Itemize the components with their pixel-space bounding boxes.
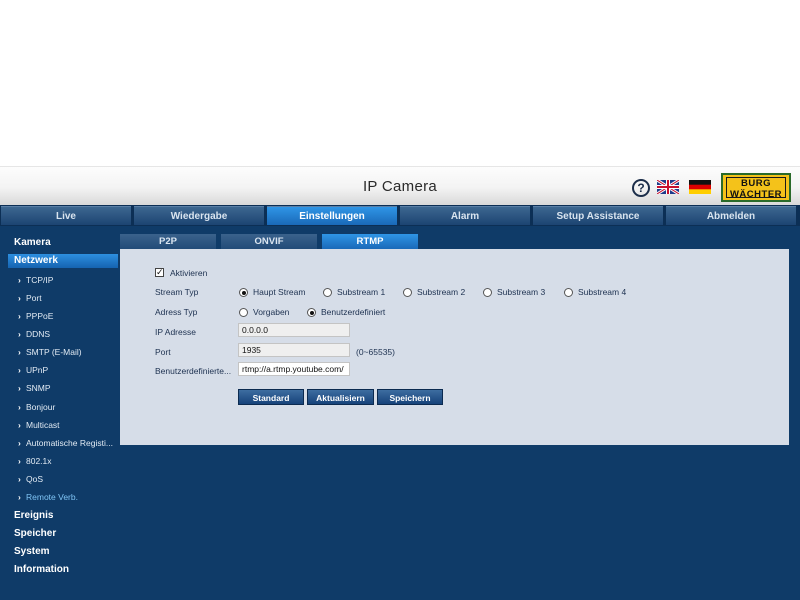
brand-logo: BURG WÄCHTER — [721, 173, 791, 202]
chevron-right-icon: › — [18, 347, 21, 357]
address-label-default: Vorgaben — [253, 307, 290, 317]
logo-text-bottom: WÄCHTER — [729, 189, 783, 200]
address-radio-default[interactable] — [239, 308, 248, 317]
port-label: Port — [155, 347, 171, 357]
stream-label-sub2: Substream 2 — [417, 287, 466, 297]
address-type-label: Adress Typ — [155, 307, 198, 317]
chevron-right-icon: › — [18, 474, 21, 484]
sidebar-item-port[interactable]: › Port — [18, 293, 118, 303]
stream-label-main: Haupt Stream — [253, 287, 306, 297]
rtmp-url-field[interactable]: rtmp://a.rtmp.youtube.com/ — [238, 362, 350, 376]
rtmp-settings-panel — [120, 249, 789, 445]
sidebar-cat-camera[interactable]: Kamera — [14, 237, 51, 248]
sidebar-item-multicast[interactable]: › Multicast — [18, 420, 118, 430]
chevron-right-icon: › — [18, 492, 21, 502]
chevron-right-icon: › — [18, 402, 21, 412]
port-field[interactable]: 1935 — [238, 343, 350, 357]
uk-flag-icon[interactable] — [657, 180, 679, 194]
refresh-button[interactable]: Aktualisiern — [307, 389, 374, 405]
chevron-right-icon: › — [18, 456, 21, 466]
nav-tab-live[interactable]: Live — [1, 206, 131, 225]
stream-type-label: Stream Typ — [155, 287, 199, 297]
sidebar-item-remote[interactable]: › Remote Verb. — [18, 492, 118, 502]
tab-rtmp[interactable]: RTMP — [322, 234, 418, 249]
nav-tab-setup-assistance[interactable]: Setup Assistance — [533, 206, 663, 225]
sidebar-item-ddns[interactable]: › DDNS — [18, 329, 118, 339]
address-label-custom: Benutzerdefiniert — [321, 307, 386, 317]
logo-text-top: BURG — [741, 178, 771, 189]
default-button[interactable]: Standard — [238, 389, 304, 405]
main-nav: Live Wiedergabe Einstellungen Alarm Setu… — [0, 205, 800, 226]
germany-flag-icon[interactable] — [689, 180, 711, 194]
sidebar-item-smtp[interactable]: › SMTP (E-Mail) — [18, 347, 118, 357]
subtab-bar: P2P ONVIF RTMP — [120, 234, 790, 249]
ip-address-label: IP Adresse — [155, 327, 196, 337]
app-title: IP Camera — [362, 178, 438, 195]
chevron-right-icon: › — [18, 438, 21, 448]
nav-tab-settings[interactable]: Einstellungen — [267, 206, 397, 225]
stream-radio-sub2[interactable] — [403, 288, 412, 297]
stream-radio-sub1[interactable] — [323, 288, 332, 297]
enable-label: Aktivieren — [170, 268, 208, 278]
sidebar-item-snmp[interactable]: › SNMP — [18, 383, 118, 393]
nav-tab-playback[interactable]: Wiedergabe — [134, 206, 264, 225]
header-bar: IP Camera ? BURG WÄCHTER — [0, 166, 800, 205]
stream-label-sub4: Substream 4 — [578, 287, 627, 297]
chevron-right-icon: › — [18, 420, 21, 430]
sidebar-item-qos[interactable]: › QoS — [18, 474, 118, 484]
enable-checkbox[interactable]: ✓ — [155, 268, 164, 277]
sidebar-item-tcpip[interactable]: › TCP/IP — [18, 275, 118, 285]
help-icon[interactable]: ? — [632, 179, 650, 197]
chevron-right-icon: › — [18, 311, 21, 321]
custom-address-label: Benutzerdefinierte... — [155, 366, 232, 376]
chevron-right-icon: › — [18, 383, 21, 393]
address-radio-custom[interactable] — [307, 308, 316, 317]
chevron-right-icon: › — [18, 329, 21, 339]
chevron-right-icon: › — [18, 275, 21, 285]
chevron-right-icon: › — [18, 293, 21, 303]
port-range-hint: (0~65535) — [356, 347, 395, 357]
sidebar-cat-storage[interactable]: Speicher — [14, 528, 56, 539]
stream-radio-main[interactable] — [239, 288, 248, 297]
sidebar-cat-system[interactable]: System — [14, 546, 50, 557]
stream-radio-sub4[interactable] — [564, 288, 573, 297]
stream-label-sub3: Substream 3 — [497, 287, 546, 297]
nav-tab-alarm[interactable]: Alarm — [400, 206, 530, 225]
sidebar-item-upnp[interactable]: › UPnP — [18, 365, 118, 375]
save-button[interactable]: Speichern — [377, 389, 443, 405]
stream-radio-sub3[interactable] — [483, 288, 492, 297]
sidebar-cat-information[interactable]: Information — [14, 564, 69, 575]
sidebar-item-pppoe[interactable]: › PPPoE — [18, 311, 118, 321]
chevron-right-icon: › — [18, 365, 21, 375]
sidebar-item-bonjour[interactable]: › Bonjour — [18, 402, 118, 412]
tab-onvif[interactable]: ONVIF — [221, 234, 317, 249]
sidebar-item-auto-registration[interactable]: › Automatische Registi... — [18, 438, 118, 448]
sidebar-cat-network[interactable]: Netzwerk — [8, 254, 118, 268]
ip-address-field[interactable]: 0.0.0.0 — [238, 323, 350, 337]
nav-tab-logout[interactable]: Abmelden — [666, 206, 796, 225]
stream-label-sub1: Substream 1 — [337, 287, 386, 297]
tab-p2p[interactable]: P2P — [120, 234, 216, 249]
sidebar-cat-event[interactable]: Ereignis — [14, 510, 53, 521]
sidebar-item-8021x[interactable]: › 802.1x — [18, 456, 118, 466]
